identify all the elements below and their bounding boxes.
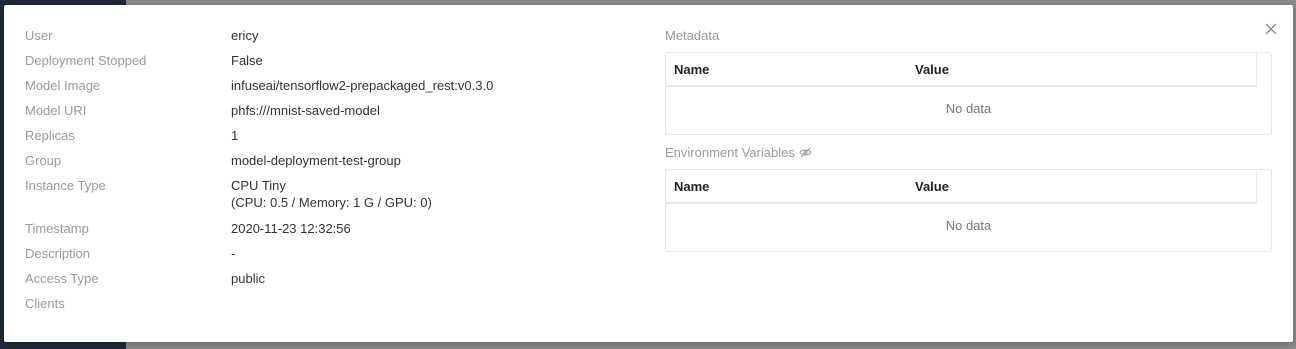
detail-row-timestamp: Timestamp 2020-11-23 12:32:56 (25, 220, 493, 245)
detail-value: phfs:///mnist-saved-model (231, 103, 380, 118)
detail-row-group: Group model-deployment-test-group (25, 152, 493, 177)
detail-label: Description (25, 246, 91, 261)
table-header: Name Value (666, 170, 1257, 204)
eye-invisible-icon[interactable] (799, 147, 812, 158)
detail-value: 2020-11-23 12:32:56 (231, 221, 351, 236)
detail-row-deployment-stopped: Deployment Stopped False (25, 52, 493, 77)
detail-row-replicas: Replicas 1 (25, 127, 493, 152)
detail-row-description: Description - (25, 245, 493, 270)
detail-value: ericy (231, 28, 259, 43)
deployment-detail-modal: User ericy Deployment Stopped False Mode… (4, 5, 1293, 342)
empty-state: No data (945, 101, 992, 116)
detail-value: False (231, 53, 263, 68)
detail-value: infuseai/tensorflow2-prepackaged_rest:v0… (231, 78, 494, 93)
instance-type-name: CPU Tiny (231, 178, 286, 193)
detail-row-user: User ericy (25, 27, 493, 52)
detail-value: model-deployment-test-group (231, 153, 401, 168)
detail-label: Replicas (25, 128, 75, 143)
column-header-value: Value (915, 178, 949, 194)
column-header-name: Name (674, 61, 710, 77)
column-header-name: Name (674, 178, 710, 194)
detail-label: Instance Type (25, 178, 106, 193)
detail-label: User (25, 28, 53, 43)
env-vars-title: Environment Variables (665, 145, 795, 160)
env-vars-section-title: Environment Variables (665, 144, 1272, 161)
table-header: Name Value (666, 53, 1257, 87)
detail-value: CPU Tiny (CPU: 0.5 / Memory: 1 G / GPU: … (231, 177, 432, 220)
detail-value: public (231, 271, 265, 286)
detail-row-model-image: Model Image infuseai/tensorflow2-prepack… (25, 77, 493, 102)
column-header-value: Value (915, 61, 949, 77)
detail-label: Group (25, 153, 62, 168)
env-vars-table: Name Value No data (665, 169, 1272, 252)
detail-value: 1 (231, 128, 239, 143)
detail-label: Deployment Stopped (25, 53, 147, 68)
detail-list: User ericy Deployment Stopped False Mode… (25, 27, 493, 320)
detail-value: - (231, 246, 236, 261)
metadata-table: Name Value No data (665, 52, 1272, 135)
detail-label: Clients (25, 296, 65, 311)
metadata-title: Metadata (665, 28, 720, 43)
detail-label: Timestamp (25, 221, 89, 236)
detail-label: Model URI (25, 103, 87, 118)
detail-row-instance-type: Instance Type CPU Tiny (CPU: 0.5 / Memor… (25, 177, 493, 220)
detail-row-clients: Clients (25, 295, 493, 320)
empty-state: No data (945, 218, 992, 233)
detail-row-access-type: Access Type public (25, 270, 493, 295)
instance-type-spec: (CPU: 0.5 / Memory: 1 G / GPU: 0) (231, 195, 432, 210)
detail-row-model-uri: Model URI phfs:///mnist-saved-model (25, 102, 493, 127)
detail-label: Access Type (25, 271, 99, 286)
right-panel: Metadata Name Value No data Environment … (665, 27, 1272, 252)
detail-label: Model Image (25, 78, 101, 93)
